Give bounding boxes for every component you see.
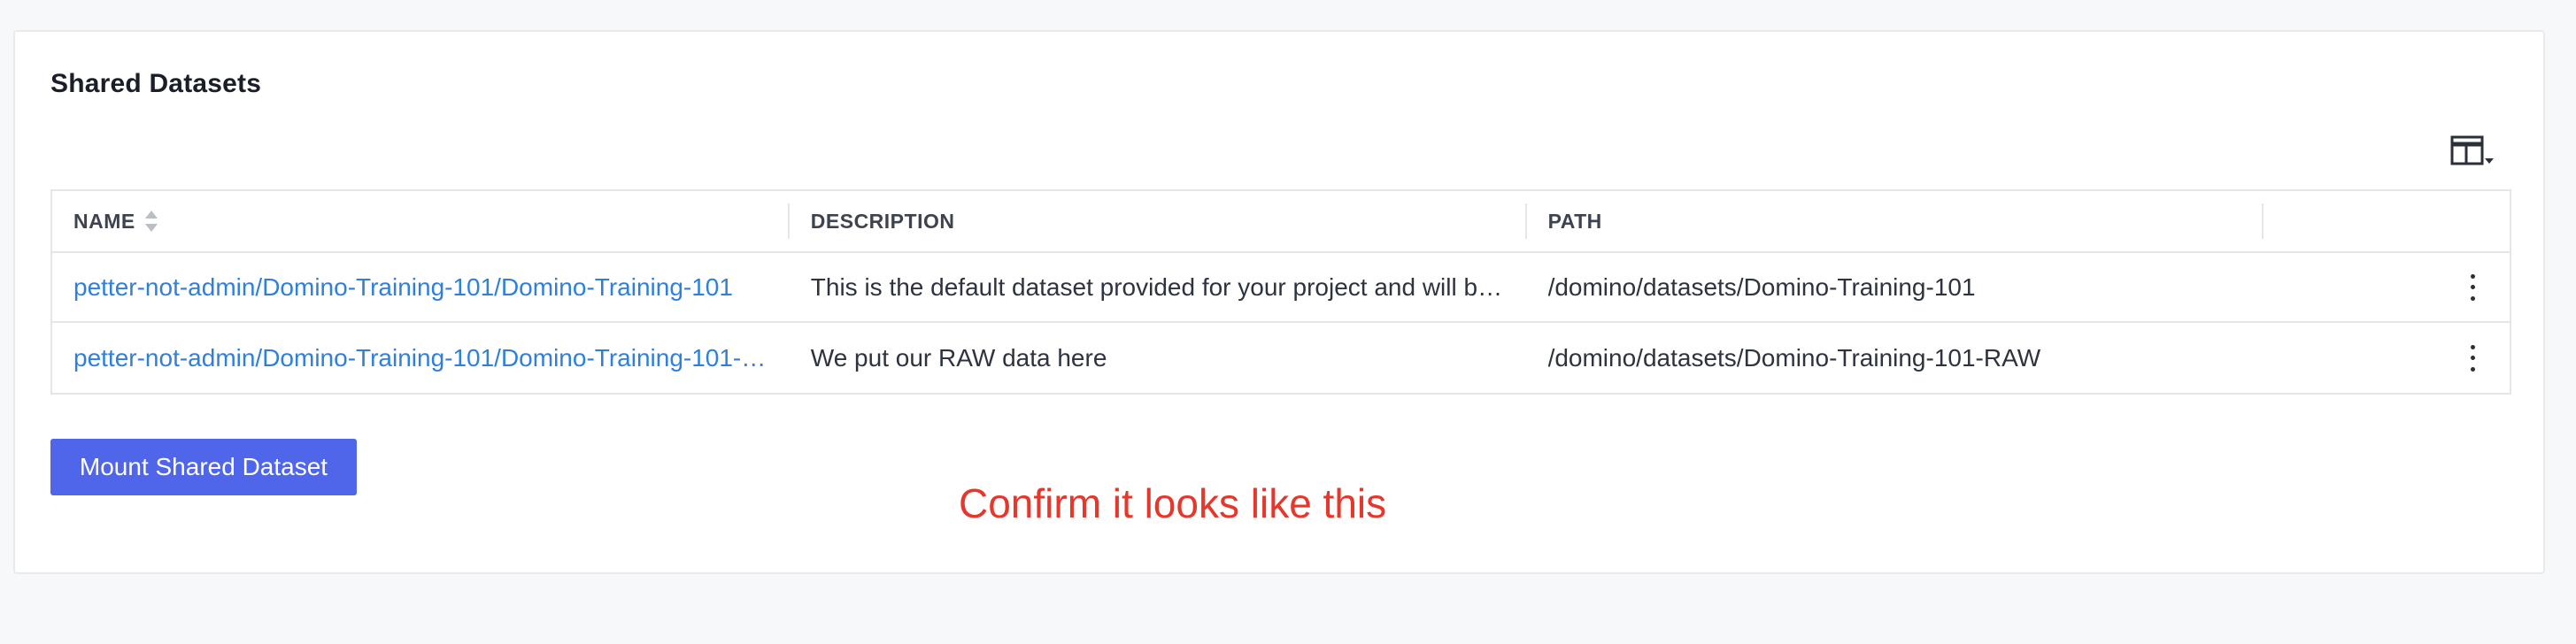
table-columns-icon[interactable] xyxy=(2449,134,2501,174)
table-header: NAME DESCRIPTION PATH xyxy=(52,191,2510,253)
table-row: petter-not-admin/Domino-Training-101/Dom… xyxy=(52,323,2510,393)
dataset-name-link[interactable]: petter-not-admin/Domino-Training-101/Dom… xyxy=(73,344,766,372)
column-header-name[interactable]: NAME xyxy=(52,191,790,251)
panel-title: Shared Datasets xyxy=(50,69,262,98)
column-header-description: DESCRIPTION xyxy=(790,191,1527,251)
shared-datasets-panel: Shared Datasets NAME DESCRIPTION PATH pe… xyxy=(13,30,2545,574)
dataset-path: /domino/datasets/Domino-Training-101 xyxy=(1547,272,1976,301)
chevron-down-icon xyxy=(2485,158,2494,164)
dataset-name-link[interactable]: petter-not-admin/Domino-Training-101/Dom… xyxy=(73,273,733,302)
more-vertical-icon[interactable] xyxy=(2465,344,2480,372)
sort-icon[interactable] xyxy=(144,208,158,234)
column-header-path: PATH xyxy=(1527,191,2264,251)
annotation-text: Confirm it looks like this xyxy=(959,480,1387,526)
dataset-description: This is the default dataset provided for… xyxy=(810,272,1503,301)
table-row: petter-not-admin/Domino-Training-101/Dom… xyxy=(52,253,2510,323)
mount-shared-dataset-button[interactable]: Mount Shared Dataset xyxy=(50,439,357,495)
column-header-actions xyxy=(2264,191,2510,251)
dataset-path: /domino/datasets/Domino-Training-101-RAW xyxy=(1547,343,2041,372)
datasets-table: NAME DESCRIPTION PATH petter-not-admin/D… xyxy=(50,189,2511,395)
more-vertical-icon[interactable] xyxy=(2465,273,2480,301)
dataset-description: We put our RAW data here xyxy=(810,343,1107,372)
